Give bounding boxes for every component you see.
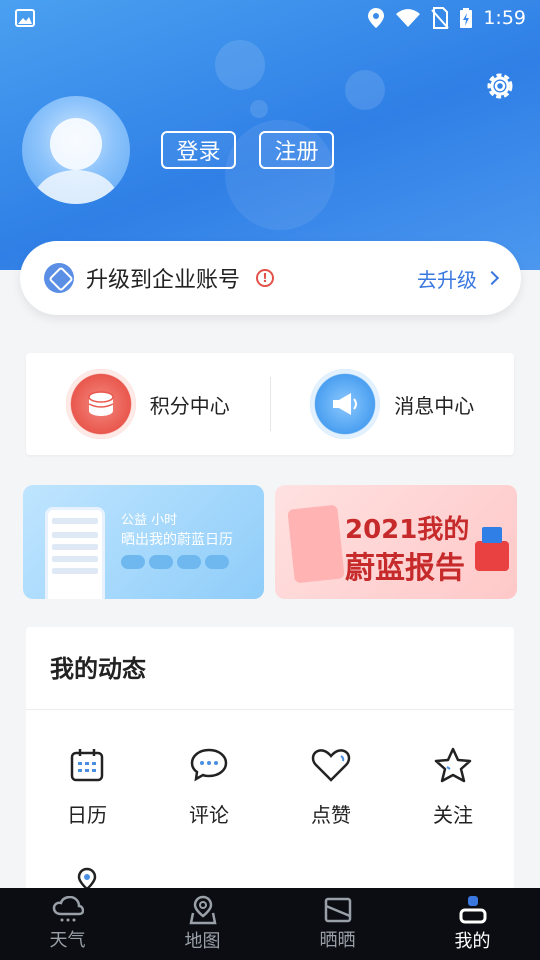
weather-icon [52,896,84,922]
no-sim-icon [431,7,450,29]
map-icon [188,895,217,925]
phone-mock-image [45,507,105,599]
my-dynamics-title: 我的动态 [50,655,146,683]
message-center-item[interactable]: 消息中心 [271,369,515,439]
tab-mine[interactable]: 我的 [405,888,540,960]
my-dynamics-card: 我的动态 日历 评论 点赞 关注 [26,627,514,927]
warning-icon: ! [256,269,275,287]
center-card: 积分中心 消息中心 [26,353,514,455]
banner-pill [121,555,145,569]
wifi-icon [396,9,421,27]
image-notification-icon [15,9,35,27]
calendar-label: 日历 [67,803,107,827]
comment-label: 评论 [189,803,229,827]
banner-left-line1: 公益 小时 [121,513,178,528]
tab-map-label: 地图 [184,931,221,952]
banner-right-line1: 2021我的 [345,515,470,545]
upgrade-action-label: 去升级 [417,267,477,292]
profile-icon [459,896,486,924]
tab-photo-label: 晒晒 [319,930,356,951]
gear-icon[interactable] [482,68,518,104]
dynamics-item-calendar[interactable]: 日历 [26,747,148,828]
megaphone-icon [310,369,381,439]
avatar[interactable] [22,96,130,204]
report-paper-image [287,504,345,584]
ballot-box-image [475,527,509,571]
divider [26,709,514,710]
points-center-label: 积分中心 [149,393,230,418]
chevron-right-icon [484,270,500,286]
register-button[interactable]: 注册 [259,131,334,169]
decor-bubble [250,100,268,118]
report-banner[interactable]: 2021我的 蔚蓝报告 [275,485,517,599]
dynamics-item-comment[interactable]: 评论 [148,747,270,828]
star-icon [434,747,472,783]
decor-bubble [215,40,265,90]
banner-right-line2: 蔚蓝报告 [345,551,465,586]
tab-weather[interactable]: 天气 [0,888,135,960]
follow-label: 关注 [433,803,473,827]
tab-photo[interactable]: 晒晒 [270,888,405,960]
banner-left-line2: 晒出我的蔚蓝日历 [121,532,233,548]
avatar-head [50,118,102,170]
location-icon [368,8,385,28]
dynamics-item-like[interactable]: 点赞 [270,747,392,828]
enterprise-badge-icon [44,263,74,293]
banner-pill [149,555,173,569]
banner-pill [177,555,201,569]
dynamics-item-follow[interactable]: 关注 [392,747,514,828]
calendar-banner[interactable]: 公益 小时 晒出我的蔚蓝日历 [23,485,264,599]
tab-mine-label: 我的 [454,931,491,952]
avatar-body [34,170,118,204]
coins-icon [65,369,136,439]
upgrade-action[interactable]: 去升级 [417,264,500,293]
message-center-label: 消息中心 [394,393,475,418]
status-time: 1:59 [483,7,526,29]
upgrade-enterprise-card[interactable]: 升级到企业账号 ! 去升级 [20,241,521,315]
like-label: 点赞 [311,803,351,827]
calendar-icon [70,749,104,782]
battery-charging-icon [460,8,473,28]
banner-pill [205,555,229,569]
tab-weather-label: 天气 [49,930,86,951]
comment-icon [190,748,228,782]
bottom-tab-bar: 天气 地图 晒晒 我的 [0,888,540,960]
photo-icon [324,897,351,923]
decor-bubble [345,70,385,110]
status-bar: 1:59 [0,0,540,36]
login-button[interactable]: 登录 [161,131,236,169]
tab-map[interactable]: 地图 [135,888,270,960]
heart-icon [311,749,351,782]
upgrade-text: 升级到企业账号 [86,268,241,293]
points-center-item[interactable]: 积分中心 [26,369,270,439]
